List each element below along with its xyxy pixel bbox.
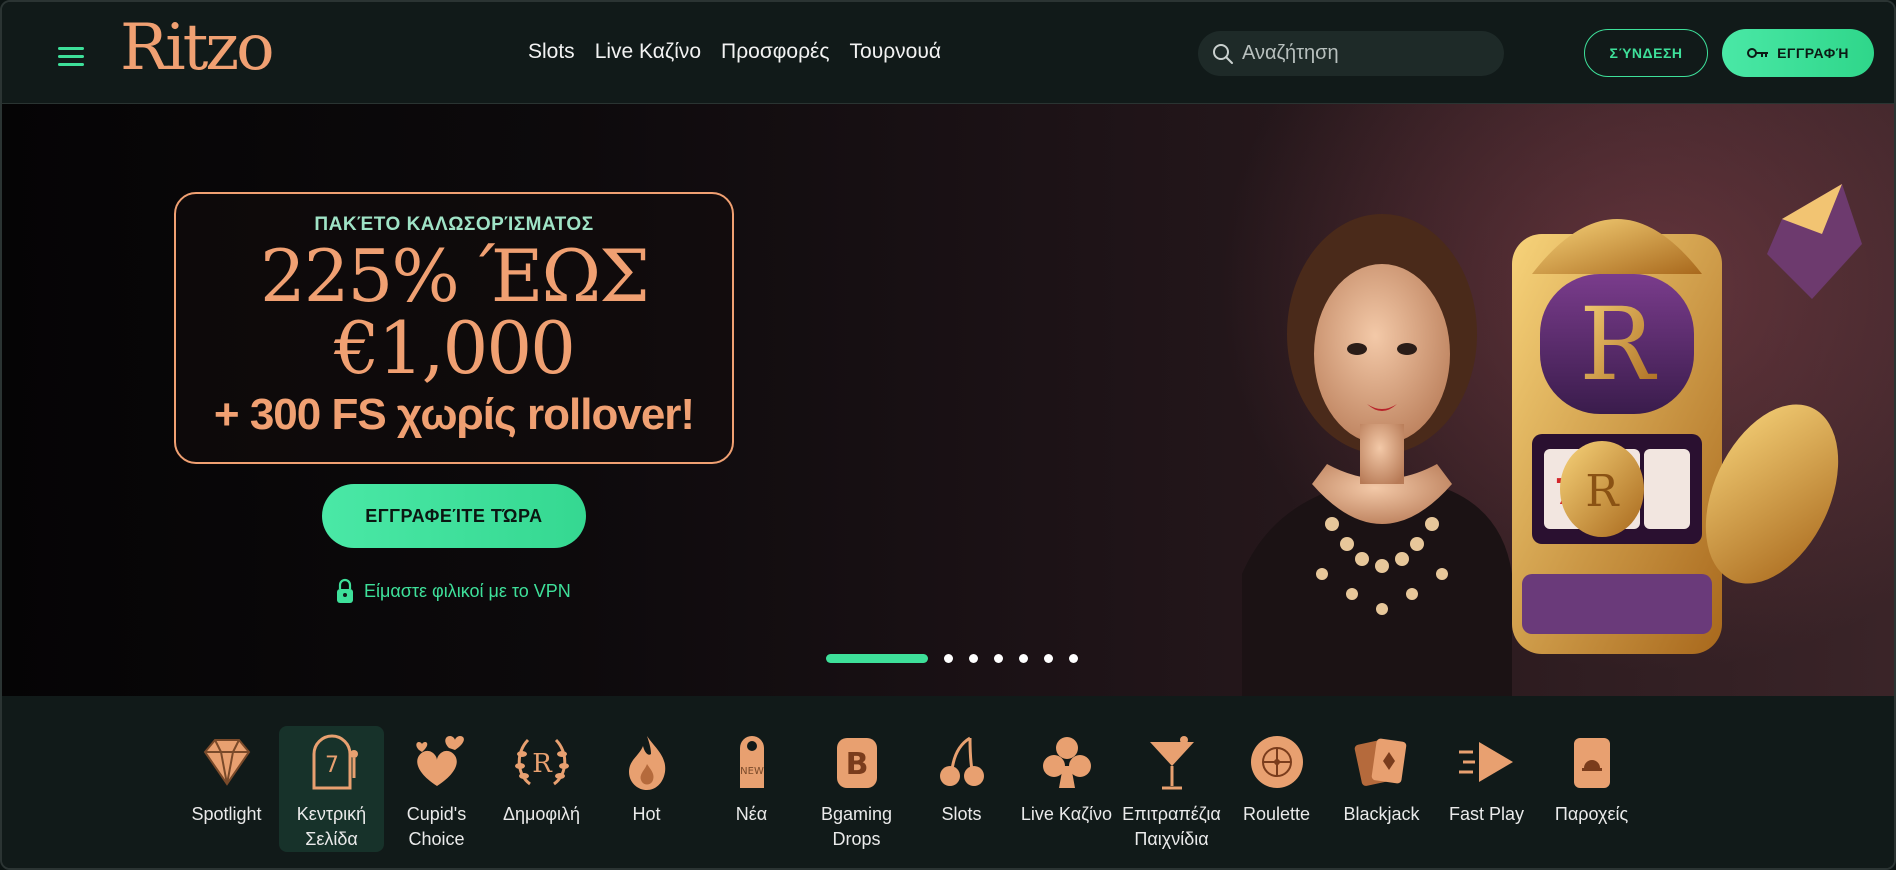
- menu-hamburger-icon[interactable]: [58, 47, 84, 67]
- register-now-button[interactable]: ΕΓΓΡΑΦΕΊΤΕ ΤΏΡΑ: [322, 484, 586, 548]
- roulette-icon: [1250, 736, 1303, 788]
- app-window: Ritzo Slots Live Καζίνο Προσφορές Τουρνο…: [0, 0, 1896, 870]
- login-button-label: ΣΎΝΔΕΣΗ: [1609, 45, 1683, 61]
- vpn-friendly-link[interactable]: Είμαστε φιλικοί με το VPN: [336, 578, 571, 604]
- login-button[interactable]: ΣΎΝΔΕΣΗ: [1584, 29, 1708, 77]
- offer-percentage: 225% ΈΩΣ: [259, 234, 650, 318]
- register-button[interactable]: ΕΓΓΡΑΦΉ: [1722, 29, 1874, 77]
- carousel-dot[interactable]: [1044, 654, 1053, 663]
- register-now-label: ΕΓΓΡΑΦΕΊΤΕ ΤΏΡΑ: [365, 505, 543, 526]
- nav-item-promotions[interactable]: Προσφορές: [721, 40, 829, 64]
- register-button-label: ΕΓΓΡΑΦΉ: [1777, 45, 1849, 61]
- new-tag-icon: NEW: [739, 736, 764, 788]
- category-label: Νέα: [735, 804, 768, 824]
- bgaming-b-icon: B: [836, 738, 877, 788]
- fast-play-icon: [1458, 742, 1513, 782]
- carousel-dot[interactable]: [969, 654, 978, 663]
- category-label: Κεντρική Σελίδα: [296, 804, 367, 849]
- svg-text:R: R: [532, 749, 553, 779]
- welcome-package-kicker: ΠΑΚΈΤΟ ΚΑΛΩΣΟΡΊΣΜΑΤΟΣ: [314, 214, 594, 235]
- key-icon: [1747, 48, 1769, 58]
- search-icon: [1213, 44, 1233, 64]
- category-hot[interactable]: Hot: [594, 726, 699, 852]
- category-label: Slots: [941, 804, 982, 824]
- category-bar: Spotlight 7 Κεντρική Σελίδα Cupid's Choi…: [2, 696, 1894, 868]
- main-nav: Slots Live Καζίνο Προσφορές Τουρνουά: [528, 40, 941, 64]
- hearts-icon: [415, 736, 464, 786]
- carousel-pagination: [826, 654, 1094, 663]
- category-label: Blackjack: [1343, 804, 1420, 824]
- svg-text:NEW: NEW: [740, 766, 764, 777]
- category-label: Cupid's Choice: [406, 804, 467, 849]
- nav-item-live-casino[interactable]: Live Καζίνο: [595, 40, 701, 64]
- svg-text:7: 7: [325, 753, 339, 778]
- category-bgaming-drops[interactable]: B Bgaming Drops: [804, 726, 909, 852]
- search-box[interactable]: [1198, 31, 1504, 76]
- search-input[interactable]: [1242, 31, 1492, 76]
- nav-item-tournaments[interactable]: Τουρνουά: [850, 40, 941, 64]
- svg-text:R: R: [1579, 286, 1657, 403]
- category-home[interactable]: 7 Κεντρική Σελίδα: [279, 726, 384, 852]
- category-live-casino[interactable]: Live Καζίνο: [1014, 726, 1119, 852]
- provider-card-icon: [1573, 738, 1610, 788]
- category-fast-play[interactable]: Fast Play: [1434, 726, 1539, 852]
- vpn-text: Είμαστε φιλικοί με το VPN: [364, 580, 571, 601]
- offer-free-spins: + 300 FS χωρίς rollover!: [213, 390, 695, 439]
- svg-text:B: B: [845, 747, 868, 782]
- category-slots[interactable]: Slots: [909, 726, 1014, 852]
- nav-item-slots[interactable]: Slots: [528, 40, 575, 64]
- flame-icon: [628, 736, 665, 790]
- hero-artwork-woman-slot-machine: R 7 7 R: [1242, 184, 1862, 696]
- category-popular[interactable]: R Δημοφιλή: [489, 726, 594, 852]
- laurel-r-icon: R: [514, 738, 569, 786]
- category-cupids-choice[interactable]: Cupid's Choice: [384, 726, 489, 852]
- welcome-offer-box: ΠΑΚΈΤΟ ΚΑΛΩΣΟΡΊΣΜΑΤΟΣ 225% ΈΩΣ €1,000 + …: [174, 192, 734, 464]
- cherries-icon: [939, 736, 984, 786]
- hero-banner: R 7 7 R: [2, 104, 1894, 696]
- category-table-games[interactable]: Επιτραπέζια Παιχνίδια: [1119, 726, 1224, 852]
- category-new[interactable]: NEW Νέα: [699, 726, 804, 852]
- category-label: Bgaming Drops: [820, 804, 893, 849]
- offer-amount: €1,000: [334, 306, 576, 390]
- club-icon: [1042, 737, 1091, 788]
- carousel-dot[interactable]: [994, 654, 1003, 663]
- diamond-icon: [203, 739, 250, 786]
- lock-icon: [337, 578, 353, 603]
- category-label: Δημοφιλή: [502, 804, 581, 824]
- slot-machine-icon: 7: [312, 734, 358, 790]
- category-spotlight[interactable]: Spotlight: [174, 726, 279, 852]
- category-label: Fast Play: [1448, 804, 1525, 824]
- brand-logo[interactable]: Ritzo: [120, 16, 275, 80]
- category-label: Roulette: [1242, 804, 1311, 824]
- category-providers[interactable]: Παροχείς: [1539, 726, 1644, 852]
- category-blackjack[interactable]: Blackjack: [1329, 726, 1434, 852]
- category-roulette[interactable]: Roulette: [1224, 726, 1329, 852]
- cards-icon: [1354, 738, 1406, 786]
- svg-text:R: R: [1585, 466, 1620, 517]
- category-label: Παροχείς: [1554, 804, 1629, 824]
- cocktail-icon: [1149, 736, 1194, 790]
- category-label: Spotlight: [191, 804, 262, 824]
- carousel-dot[interactable]: [944, 654, 953, 663]
- category-label: Επιτραπέζια Παιχνίδια: [1122, 804, 1221, 849]
- carousel-dot[interactable]: [1069, 654, 1078, 663]
- top-header: Ritzo Slots Live Καζίνο Προσφορές Τουρνο…: [2, 2, 1894, 104]
- category-label: Hot: [632, 804, 661, 824]
- category-label: Live Καζίνο: [1020, 804, 1113, 824]
- category-list: Spotlight 7 Κεντρική Σελίδα Cupid's Choi…: [174, 726, 1644, 852]
- carousel-dot-active[interactable]: [826, 654, 928, 663]
- carousel-dot[interactable]: [1019, 654, 1028, 663]
